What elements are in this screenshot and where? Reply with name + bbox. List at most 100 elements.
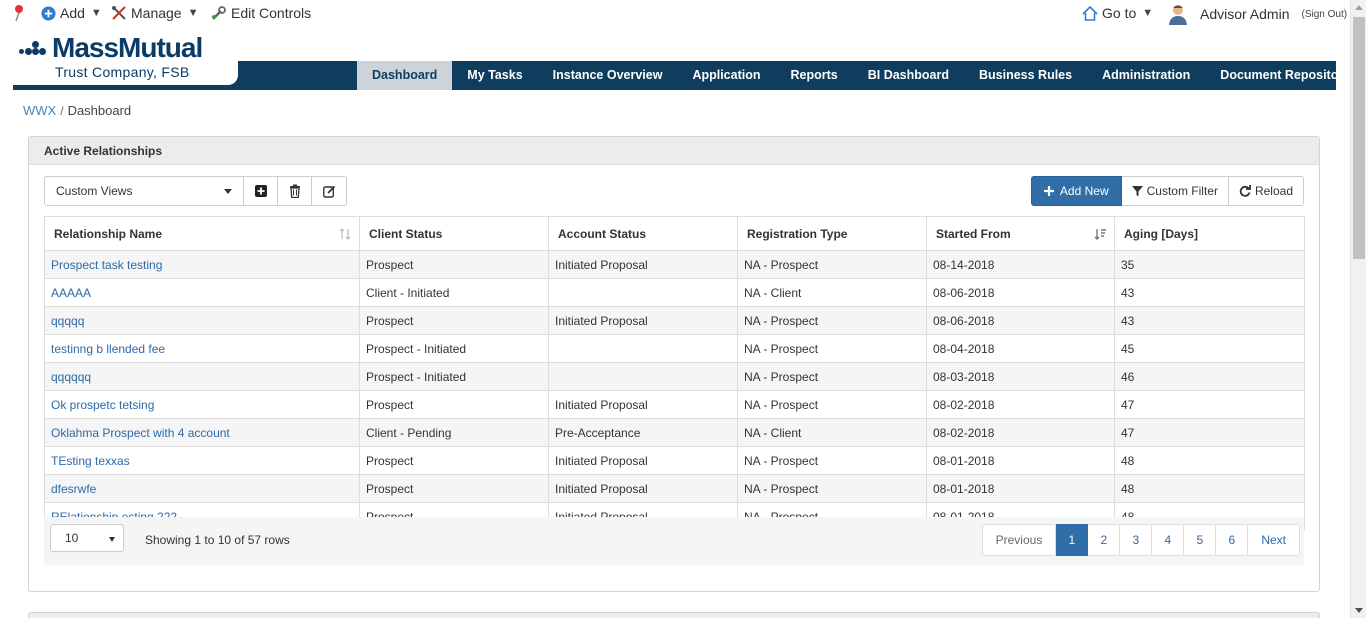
table-cell[interactable]: TEsting texxas bbox=[44, 446, 360, 475]
table-cell: NA - Prospect bbox=[737, 334, 927, 363]
custom-filter-button[interactable]: Custom Filter bbox=[1121, 176, 1229, 206]
edit-view-button[interactable] bbox=[312, 177, 346, 205]
relationship-link[interactable]: Prospect task testing bbox=[51, 258, 162, 272]
cell-text: Initiated Proposal bbox=[555, 313, 648, 328]
cell-text: Initiated Proposal bbox=[555, 453, 648, 468]
logo-subtitle: Trust Company, FSB bbox=[55, 64, 190, 80]
nav-bi-dashboard[interactable]: BI Dashboard bbox=[853, 61, 964, 90]
add-new-label: Add New bbox=[1059, 184, 1109, 198]
table-cell[interactable]: qqqqqq bbox=[44, 362, 360, 391]
nav-administration[interactable]: Administration bbox=[1087, 61, 1205, 90]
reload-button[interactable]: Reload bbox=[1228, 176, 1304, 206]
secondary-panel bbox=[28, 612, 1320, 618]
nav-my-tasks[interactable]: My Tasks bbox=[452, 61, 537, 90]
manage-menu[interactable]: Manage ▼ bbox=[111, 5, 198, 21]
table-row[interactable]: dfesrwfe Prospect Initiated Proposal NA - P… bbox=[44, 474, 1305, 503]
table-row[interactable]: qqqqqq Prospect - Initiated NA - Prospect 0… bbox=[44, 362, 1305, 391]
table-row[interactable]: qqqqq Prospect Initiated Proposal NA - Pros… bbox=[44, 306, 1305, 335]
relationship-link[interactable]: dfesrwfe bbox=[51, 482, 96, 496]
column-header[interactable]: Account Status bbox=[548, 216, 738, 251]
relationship-link[interactable]: TEsting texxas bbox=[51, 454, 130, 468]
page-6-button[interactable]: 6 bbox=[1216, 524, 1249, 556]
table-row[interactable]: AAAAA Client - Initiated NA - Client 08-06-… bbox=[44, 278, 1305, 307]
nav-instance-overview[interactable]: Instance Overview bbox=[538, 61, 678, 90]
relationship-link[interactable]: testinng b llended fee bbox=[51, 342, 165, 356]
cell-text: Initiated Proposal bbox=[555, 481, 648, 496]
scroll-down-arrow-icon[interactable] bbox=[1355, 608, 1363, 613]
table-cell[interactable]: Prospect task testing bbox=[44, 250, 360, 279]
page-size-select[interactable]: 10 bbox=[50, 524, 124, 552]
relationship-link[interactable]: Ok prospetc tetsing bbox=[51, 398, 154, 412]
table-cell[interactable]: testinng b llended fee bbox=[44, 334, 360, 363]
cell-text: 47 bbox=[1121, 397, 1135, 412]
table-cell: Prospect bbox=[359, 250, 549, 279]
add-menu[interactable]: Add ▼ bbox=[41, 5, 102, 21]
table-cell: Initiated Proposal bbox=[548, 306, 738, 335]
custom-filter-label: Custom Filter bbox=[1146, 184, 1218, 198]
relationship-link[interactable]: Oklahma Prospect with 4 account bbox=[51, 426, 230, 440]
cell-text: Pre-Acceptance bbox=[555, 425, 641, 440]
table-cell[interactable]: Oklahma Prospect with 4 account bbox=[44, 418, 360, 447]
table-row[interactable]: TEsting texxas Prospect Initiated Proposal… bbox=[44, 446, 1305, 475]
page-scrollbar[interactable] bbox=[1350, 0, 1366, 618]
scroll-thumb[interactable] bbox=[1353, 17, 1365, 259]
column-header[interactable]: Started From bbox=[926, 216, 1115, 251]
table-cell[interactable]: qqqqq bbox=[44, 306, 360, 335]
edit-controls-link[interactable]: Edit Controls bbox=[210, 5, 311, 21]
table-row[interactable]: testinng b llended fee Prospect - Initiat… bbox=[44, 334, 1305, 363]
table-body: Prospect task testing Prospect Initiated P… bbox=[44, 250, 1305, 531]
sign-out-link[interactable]: (Sign Out) bbox=[1301, 9, 1347, 20]
table-cell: Client - Pending bbox=[359, 418, 549, 447]
table-cell[interactable]: Ok prospetc tetsing bbox=[44, 390, 360, 419]
column-header[interactable]: Aging [Days] bbox=[1114, 216, 1305, 251]
table-row[interactable]: Ok prospetc tetsing Prospect Initiated Pro… bbox=[44, 390, 1305, 419]
nav-document-repository[interactable]: Document Repository bbox=[1205, 61, 1365, 90]
nav-reports[interactable]: Reports bbox=[776, 61, 853, 90]
page-5-button[interactable]: 5 bbox=[1184, 524, 1217, 556]
top-utility-bar: Add ▼ Manage ▼ Edit Controls Go to ▼ Adv… bbox=[0, 0, 1350, 30]
breadcrumb-current: Dashboard bbox=[67, 103, 132, 118]
next-page-button[interactable]: Next bbox=[1248, 524, 1300, 556]
panel-body: Custom Views Add New Custom Filter Reloa… bbox=[29, 165, 1319, 591]
table-cell[interactable]: AAAAA bbox=[44, 278, 360, 307]
cell-text: Prospect bbox=[366, 481, 414, 496]
page-3-button[interactable]: 3 bbox=[1120, 524, 1153, 556]
page-1-button[interactable]: 1 bbox=[1056, 524, 1089, 556]
nav-application[interactable]: Application bbox=[677, 61, 775, 90]
table-cell: 08-03-2018 bbox=[926, 362, 1115, 391]
add-new-button[interactable]: Add New bbox=[1030, 176, 1122, 206]
table-cell[interactable]: dfesrwfe bbox=[44, 474, 360, 503]
brand-logo[interactable]: MassMutual Trust Company, FSB bbox=[13, 33, 239, 85]
column-header[interactable]: Relationship Name bbox=[44, 216, 360, 251]
relationship-link[interactable]: qqqqq bbox=[51, 314, 84, 328]
main-nav: Dashboard My Tasks Instance Overview App… bbox=[357, 61, 1365, 90]
relationship-link[interactable]: qqqqqq bbox=[51, 370, 91, 384]
breadcrumb-root[interactable]: WWX bbox=[23, 103, 56, 118]
goto-menu[interactable]: Go to ▼ bbox=[1082, 5, 1153, 21]
scroll-up-arrow-icon[interactable] bbox=[1355, 5, 1363, 10]
table-cell: 48 bbox=[1114, 446, 1305, 475]
relationship-link[interactable]: AAAAA bbox=[51, 286, 91, 300]
logo-name: MassMutual bbox=[52, 32, 203, 63]
table-cell: NA - Client bbox=[737, 418, 927, 447]
table-cell: 08-02-2018 bbox=[926, 418, 1115, 447]
custom-views-select[interactable]: Custom Views bbox=[45, 177, 244, 205]
page-4-button[interactable]: 4 bbox=[1152, 524, 1185, 556]
column-header[interactable]: Registration Type bbox=[737, 216, 927, 251]
user-menu[interactable]: Advisor Admin (Sign Out) bbox=[1168, 3, 1347, 25]
cell-text: NA - Prospect bbox=[744, 481, 819, 496]
table-cell: NA - Prospect bbox=[737, 474, 927, 503]
nav-dashboard[interactable]: Dashboard bbox=[357, 61, 453, 90]
column-header[interactable]: Client Status bbox=[359, 216, 549, 251]
page-size-value: 10 bbox=[65, 531, 79, 545]
page-2-button[interactable]: 2 bbox=[1088, 524, 1121, 556]
table-row[interactable]: Oklahma Prospect with 4 account Client - … bbox=[44, 418, 1305, 447]
table-cell: 45 bbox=[1114, 334, 1305, 363]
table-row[interactable]: Prospect task testing Prospect Initiated P… bbox=[44, 250, 1305, 279]
previous-page-button[interactable]: Previous bbox=[981, 524, 1057, 556]
nav-business-rules[interactable]: Business Rules bbox=[964, 61, 1087, 90]
table-cell: NA - Prospect bbox=[737, 362, 927, 391]
pin-icon[interactable] bbox=[12, 4, 26, 22]
add-view-button[interactable] bbox=[244, 177, 278, 205]
delete-view-button[interactable] bbox=[278, 177, 312, 205]
